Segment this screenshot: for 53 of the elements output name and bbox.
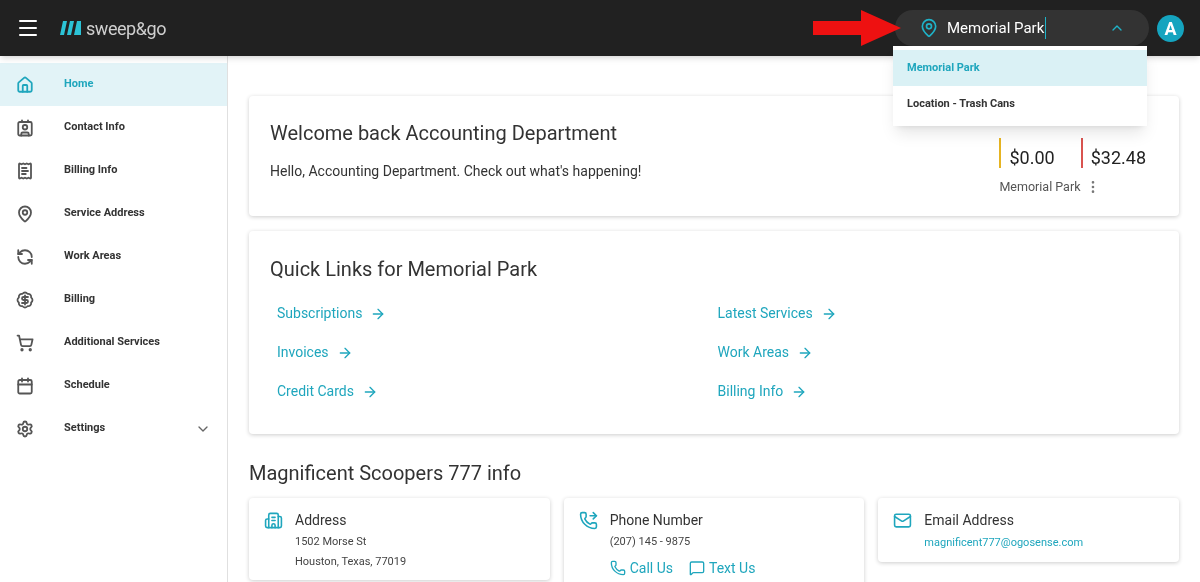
quick-link[interactable]: Subscriptions <box>277 303 387 324</box>
contact-action-link[interactable]: Call Us <box>609 557 673 579</box>
sidebar-item[interactable]: Additional Services <box>0 321 227 364</box>
sidebar-item[interactable]: Schedule <box>0 364 227 407</box>
sidebar-item[interactable]: Settings <box>0 407 227 450</box>
info-label: Address <box>295 511 348 530</box>
quick-link[interactable]: Billing Info <box>717 381 808 402</box>
info-line: 1502 Morse St <box>295 534 368 550</box>
info-label: Phone Number <box>609 511 704 530</box>
sidebar-item[interactable]: Service Address <box>0 192 227 235</box>
sidebar-item[interactable]: Billing Info <box>0 149 227 192</box>
info-line: Houston, Texas, 77019 <box>295 553 407 570</box>
calendar-icon <box>16 376 34 395</box>
contact-action-link[interactable]: Text Us <box>688 557 756 579</box>
balance-block: $0.00 <box>999 138 1067 168</box>
location-option[interactable]: Memorial Park <box>893 50 1147 86</box>
quick-link[interactable]: Latest Services <box>717 303 837 324</box>
welcome-title: Welcome back Accounting Department <box>270 120 619 147</box>
quick-links-title: Quick Links for Memorial Park <box>270 256 539 283</box>
balance-block: $32.48 <box>1080 138 1158 168</box>
contact-card-icon <box>16 118 34 137</box>
location-option[interactable]: Location - Trash Cans <box>893 86 1147 122</box>
phone-icon <box>609 560 626 576</box>
refresh-icon <box>16 247 34 266</box>
map-pin-icon <box>16 204 34 223</box>
cart-icon <box>16 333 34 352</box>
sidebar-item[interactable]: Contact Info <box>0 106 227 149</box>
quick-link[interactable]: Credit Cards <box>277 381 378 402</box>
welcome-message: Hello, Accounting Department. Check out what's happening! <box>270 162 643 181</box>
mail-icon <box>893 511 913 530</box>
map-pin-icon <box>919 18 939 38</box>
sidebar-item[interactable]: Home <box>0 63 227 106</box>
phone-icon <box>578 511 598 530</box>
sidebar-item[interactable]: Billing <box>0 278 227 321</box>
location-value: Memorial Park <box>947 16 1047 40</box>
building-icon <box>264 511 283 530</box>
logo-icon <box>60 21 82 35</box>
location-field[interactable]: Memorial Park <box>895 10 1149 46</box>
sidebar-item[interactable]: Work Areas <box>0 235 227 278</box>
dollar-icon <box>16 290 34 309</box>
settings-icon <box>16 419 34 438</box>
info-line: (207) 145 - 9875 <box>609 534 692 550</box>
info-title: Magnificent Scoopers 777 info <box>249 460 523 487</box>
info-label: Email Address <box>924 511 1015 530</box>
location-name: Memorial Park <box>999 178 1081 196</box>
avatar[interactable]: A <box>1157 14 1184 42</box>
logo-text: sweep&go <box>86 16 166 41</box>
quick-link[interactable]: Invoices <box>277 342 353 363</box>
home-icon <box>16 75 34 94</box>
email-link[interactable]: magnificent777@ogosense.com <box>924 535 1084 552</box>
chat-icon <box>688 560 705 576</box>
list-icon <box>16 161 34 180</box>
quick-link[interactable]: Work Areas <box>717 342 814 363</box>
